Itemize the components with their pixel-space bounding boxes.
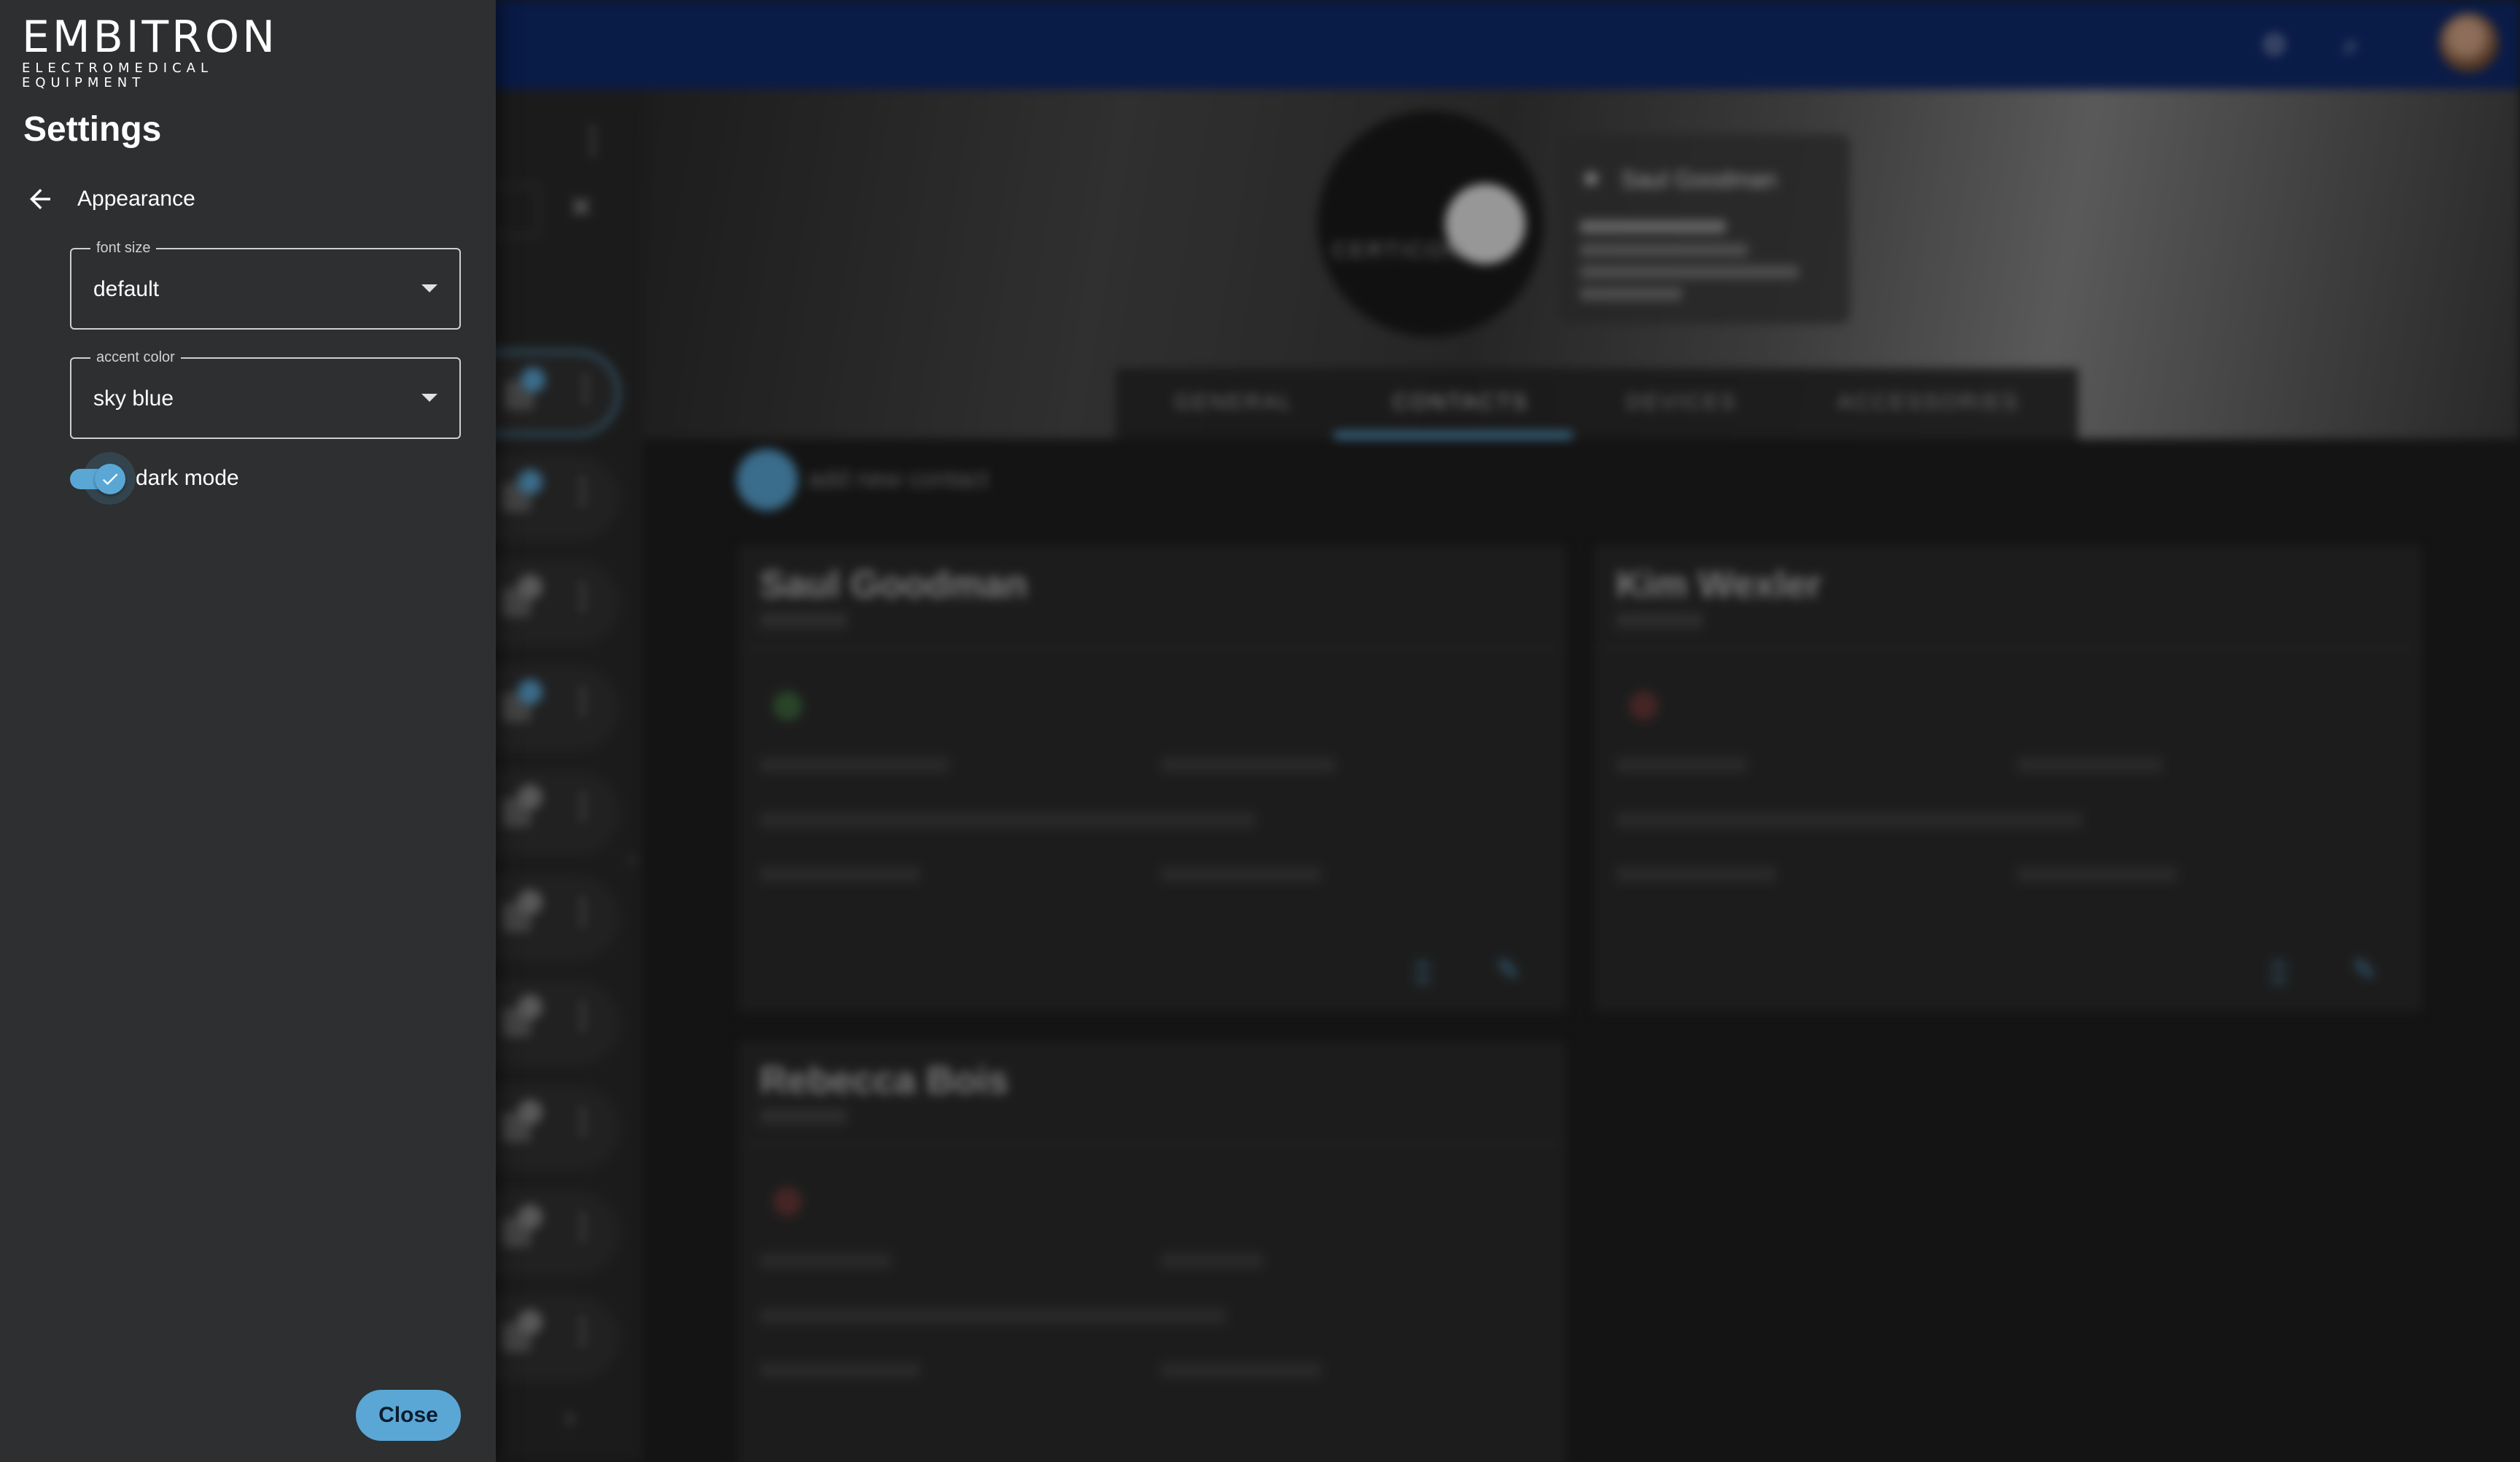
font-size-value: default — [93, 277, 160, 301]
brand-logo: EMBITRON ELECTROMEDICAL EQUIPMENT — [22, 15, 343, 90]
font-size-label: font size — [90, 239, 157, 257]
dark-mode-toggle[interactable] — [69, 452, 136, 505]
brand-name: EMBITRON — [22, 12, 278, 63]
brand-tagline: ELECTROMEDICAL EQUIPMENT — [22, 61, 213, 90]
arrow-left-icon — [30, 189, 50, 209]
caret-down-icon — [421, 284, 438, 292]
dark-mode-row: dark mode — [69, 452, 239, 505]
settings-title: Settings — [23, 110, 162, 149]
caret-down-icon — [421, 394, 438, 402]
toggle-thumb — [95, 464, 125, 494]
settings-drawer: EMBITRON ELECTROMEDICAL EQUIPMENT Settin… — [0, 0, 496, 1462]
accent-color-label: accent color — [90, 349, 181, 366]
check-icon — [102, 473, 118, 486]
close-button[interactable]: Close — [356, 1390, 461, 1441]
dark-mode-label: dark mode — [136, 466, 239, 490]
back-to-settings-button[interactable]: Appearance — [25, 181, 195, 217]
section-title: Appearance — [77, 187, 195, 211]
accent-color-select[interactable]: accent color sky blue — [70, 349, 461, 439]
accent-color-value: sky blue — [93, 386, 174, 411]
font-size-select[interactable]: font size default — [70, 239, 461, 330]
